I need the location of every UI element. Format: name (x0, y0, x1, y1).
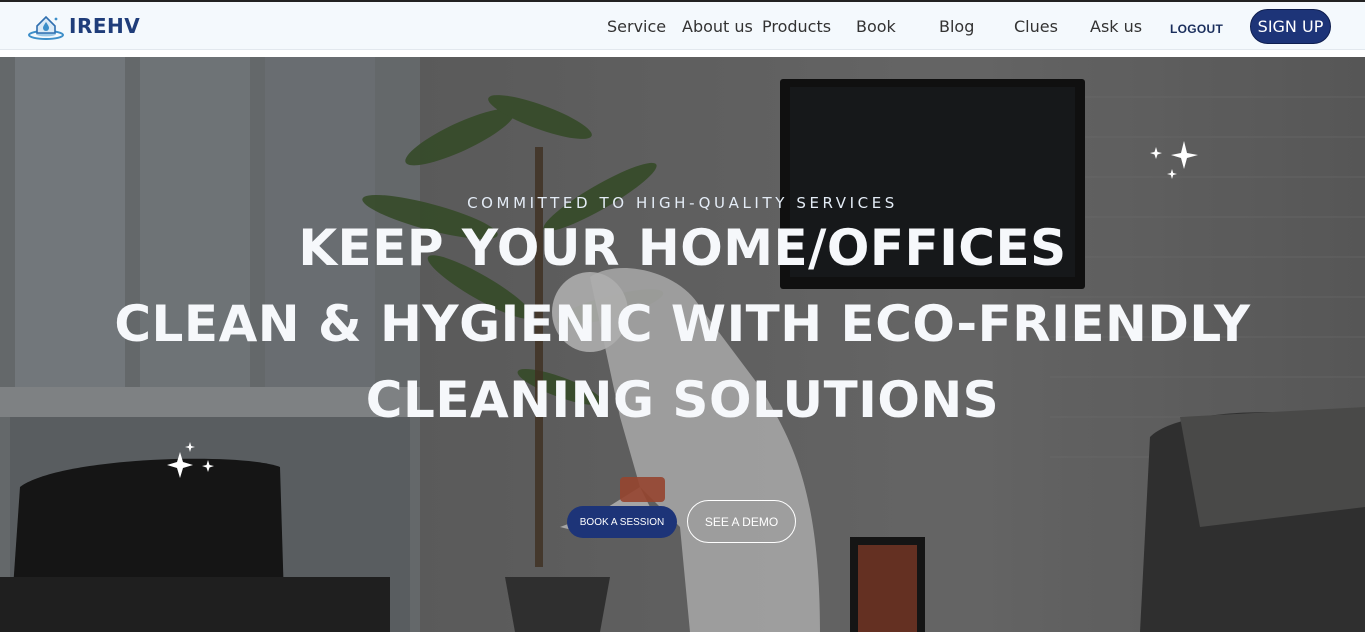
nav-link-ask-us[interactable]: Ask us (1090, 17, 1142, 36)
sparkle-icon (1150, 141, 1198, 179)
brand-logo[interactable]: IREHV (27, 12, 140, 40)
top-navbar: IREHV Service About us Products Book Blo… (0, 2, 1365, 50)
see-a-demo-button[interactable]: SEE A DEMO (687, 500, 796, 543)
hero-section: COMMITTED TO HIGH-QUALITY SERVICES KEEP … (0, 57, 1365, 632)
nav-link-book[interactable]: Book (856, 17, 896, 36)
hero-headline-line-1: KEEP YOUR HOME/OFFICES (298, 219, 1067, 277)
brand-name: IREHV (69, 14, 141, 38)
signup-button[interactable]: SIGN UP (1250, 9, 1331, 44)
sparkle-icon (167, 442, 214, 478)
hero-headline-line-3: CLEANING SOLUTIONS (365, 371, 1000, 429)
book-a-session-button[interactable]: BOOK A SESSION (567, 506, 677, 538)
hero-headline-line-2: CLEAN & HYGIENIC WITH ECO-FRIENDLY (114, 295, 1251, 353)
nav-link-products[interactable]: Products (762, 17, 831, 36)
nav-link-about-us[interactable]: About us (682, 17, 753, 36)
house-drop-logo-icon (28, 15, 64, 40)
nav-link-clues[interactable]: Clues (1014, 17, 1058, 36)
nav-link-service[interactable]: Service (607, 17, 666, 36)
logout-link[interactable]: LOGOUT (1170, 22, 1223, 36)
nav-link-blog[interactable]: Blog (939, 17, 974, 36)
hero-eyebrow: COMMITTED TO HIGH-QUALITY SERVICES (467, 194, 898, 212)
